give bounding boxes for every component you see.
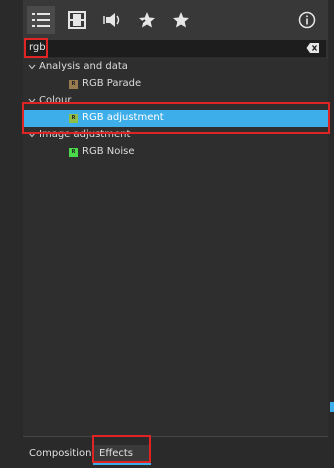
effect-badge-icon: R — [69, 148, 78, 157]
favorites-button[interactable] — [167, 6, 195, 34]
star-outline-icon — [138, 12, 155, 28]
video-effects-button[interactable] — [63, 6, 91, 34]
effect-label: RGB adjustment — [82, 112, 164, 123]
custom-effects-button[interactable] — [133, 6, 161, 34]
effect-rgb-parade[interactable]: R RGB Parade — [23, 76, 328, 93]
info-icon — [298, 11, 316, 29]
effect-rgb-adjustment[interactable]: R RGB adjustment — [23, 110, 328, 127]
chevron-down-icon[interactable] — [28, 131, 36, 139]
effects-tree: Analysis and data R RGB Parade Colour R … — [23, 59, 328, 436]
timeline-marker — [330, 402, 334, 412]
right-panel-edge — [328, 0, 334, 468]
group-colour[interactable]: Colour — [23, 93, 328, 110]
group-analysis-and-data[interactable]: Analysis and data — [23, 59, 328, 76]
chevron-down-icon[interactable] — [28, 97, 36, 105]
star-icon — [173, 12, 189, 28]
list-view-button[interactable] — [27, 6, 55, 34]
group-label: Analysis and data — [39, 61, 128, 72]
effects-dock: rgb Analysis and data R RGB Parade Colou… — [0, 0, 334, 468]
effect-label: RGB Parade — [82, 78, 142, 89]
left-panel-edge — [0, 0, 23, 468]
list-icon — [32, 13, 50, 27]
effects-search-field[interactable]: rgb — [25, 40, 326, 58]
effect-label: RGB Noise — [82, 146, 135, 157]
group-label: Image adjustment — [39, 129, 131, 140]
effect-badge-icon: R — [69, 80, 78, 89]
film-icon — [68, 11, 86, 29]
group-image-adjustment[interactable]: Image adjustment — [23, 127, 328, 144]
effect-badge-icon: R — [69, 114, 78, 123]
effect-rgb-noise[interactable]: R RGB Noise — [23, 144, 328, 161]
info-button[interactable] — [293, 6, 321, 34]
tab-compositions[interactable]: Compositions — [27, 445, 97, 463]
search-input[interactable]: rgb — [29, 42, 46, 53]
backspace-icon[interactable] — [306, 42, 320, 54]
audio-icon — [103, 13, 120, 27]
chevron-down-icon[interactable] — [28, 63, 36, 71]
effects-toolbar — [23, 0, 328, 40]
audio-effects-button[interactable] — [99, 6, 127, 34]
tab-effects[interactable]: Effects — [93, 445, 151, 465]
group-label: Colour — [39, 95, 72, 106]
dock-tab-bar: Compositions Effects — [23, 436, 328, 468]
effects-panel: rgb Analysis and data R RGB Parade Colou… — [23, 0, 328, 436]
